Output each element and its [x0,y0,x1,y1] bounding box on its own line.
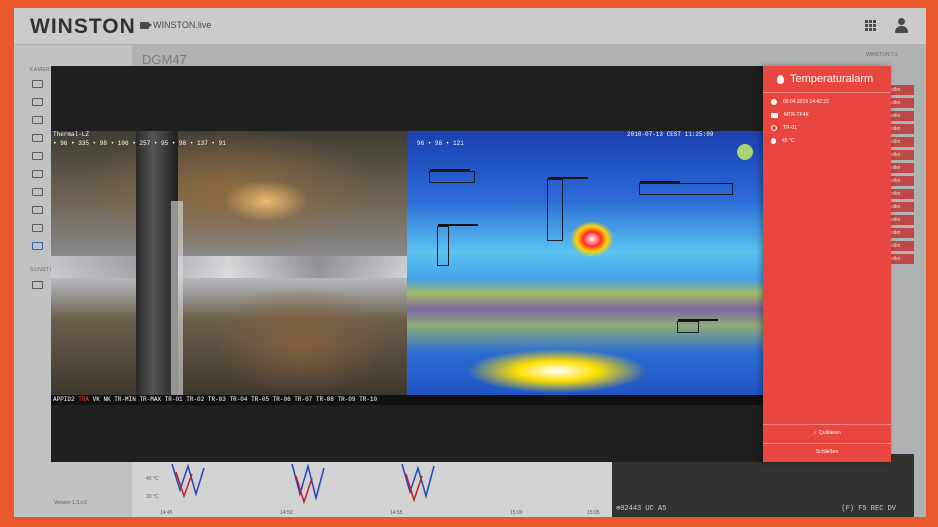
alarm-zone: TR-01 [783,125,797,131]
status-alarm-flag: TRA [78,396,90,403]
alarm-title: Temperaturalarm [777,73,873,85]
flame-icon [777,74,784,84]
alarm-temperature: 45 °C [782,138,795,144]
alarm-camera: MTR-TF4X [784,112,809,118]
alarm-zone-row: TR-01 [771,125,797,131]
alarm-datetime: 09.04.2019 14:42:22 [783,99,829,105]
camera-viewer: Thermal-LZ • 96 • 335 • 98 • 106 • 257 •… [51,66,765,462]
app-window: WINSTON WINSTON.live Kameras Sonstiges V… [14,8,926,517]
measurement-box [437,224,478,266]
alarm-title-text: Temperaturalarm [790,73,874,85]
alarm-temperature-row: 45 °C [771,138,795,144]
measurement-box [677,319,718,333]
target-icon [771,125,777,131]
video-camera-icon [771,112,778,118]
measurement-box [547,177,588,241]
status-zone-list: VK NK TR-MIN TR-MAX TR-01 TR-02 TR-03 TR… [92,396,378,403]
measurement-box [639,181,733,195]
flame-icon [771,138,776,144]
alarm-camera-row: MTR-TF4X [771,112,809,118]
thermal-overlay-values: 96 • 98 • 121 [417,140,464,147]
thermal-timestamp: 2018-07-13 CEST 11:25:09 [627,131,714,138]
camera-overlay-title: Thermal-LZ [53,131,90,138]
camera-overlay-values: • 96 • 335 • 98 • 106 • 257 • 95 • 98 • … [53,140,226,147]
clock-icon [771,99,777,105]
temperature-alarm-panel: Temperaturalarm 09.04.2019 14:42:22 MTR-… [763,66,891,462]
thermal-camera-image: 96 • 98 • 121 2018-07-13 CEST 11:25:09 [407,131,764,401]
status-prefix: APPID2 [53,396,75,403]
status-strip-text: APPID2 TRA VK NK TR-MIN TR-MAX TR-01 TR-… [53,396,377,403]
close-button[interactable]: Schließen [763,449,891,455]
status-dot [737,144,753,160]
visible-camera-image: Thermal-LZ • 96 • 335 • 98 • 106 • 257 •… [51,131,407,401]
acknowledge-button[interactable]: ✓ Quittieren [763,430,891,436]
camera-status-strip: APPID2 TRA VK NK TR-MIN TR-MAX TR-01 TR-… [51,395,765,405]
alarm-datetime-row: 09.04.2019 14:42:22 [771,99,829,105]
measurement-box [429,169,475,183]
